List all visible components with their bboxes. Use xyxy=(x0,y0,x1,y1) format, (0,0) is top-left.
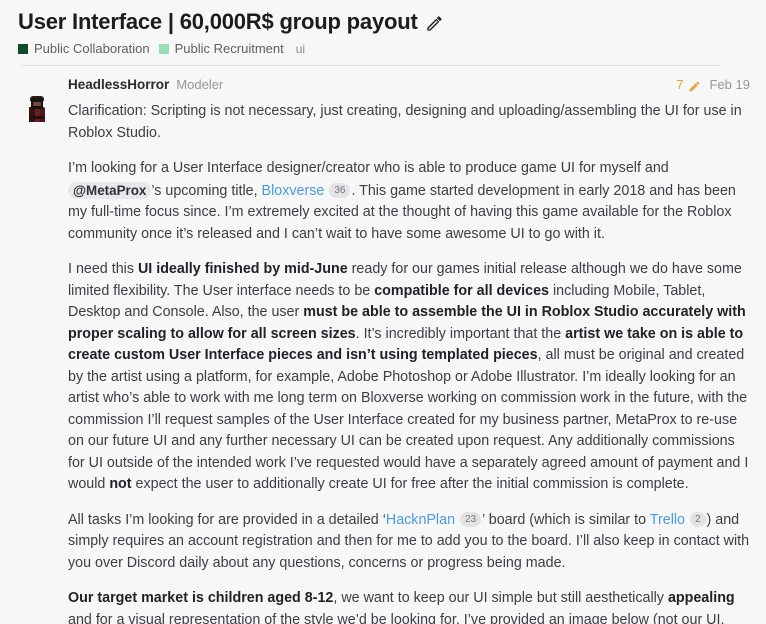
link-bloxverse[interactable]: Bloxverse xyxy=(262,183,325,199)
link-badge-bloxverse: 36 xyxy=(329,182,351,198)
p5-text-1: , we want to keep our UI simple but stil… xyxy=(333,590,668,606)
avatar-arm-right xyxy=(40,108,45,122)
post-meta: HeadlessHorror Modeler 7 Feb 19 xyxy=(68,77,750,92)
paragraph-1: Clarification: Scripting is not necessar… xyxy=(68,101,750,144)
p5-text-2: and for a visual representation of the s… xyxy=(68,611,725,624)
user-mention-metaprox[interactable]: @MetaProx xyxy=(68,181,152,199)
p3-text-5: , all must be original and created by th… xyxy=(68,347,749,492)
edit-title-pencil-icon[interactable] xyxy=(425,13,444,32)
category-label: Public Collaboration xyxy=(34,41,150,56)
topic-title-text: User Interface | 60,000R$ group payout xyxy=(18,9,418,34)
topic-header: User Interface | 60,000R$ group payout P… xyxy=(0,0,766,57)
p4-text-2: ’ board (which is similar to xyxy=(482,511,650,528)
p3-text-6: expect the user to additionally create U… xyxy=(131,476,689,492)
p5-bold-2: appealing xyxy=(667,590,735,606)
link-badge-trello: 2 xyxy=(689,511,706,527)
p4-text-1: All tasks I’m looking for are provided i… xyxy=(68,511,386,528)
link-trello[interactable]: Trello xyxy=(650,512,685,528)
post-content: Clarification: Scripting is not necessar… xyxy=(68,101,750,624)
paragraph-2: I’m looking for a User Interface designe… xyxy=(68,158,750,245)
avatar-face xyxy=(33,102,41,106)
avatar-arm-left xyxy=(29,107,35,122)
link-badge-hacknplan: 23 xyxy=(460,511,482,527)
post-date[interactable]: Feb 19 xyxy=(710,77,750,92)
p3-text-1: I need this xyxy=(68,261,138,277)
p3-bold-2: compatible for all devices xyxy=(374,282,550,299)
paragraph-5: Our target market is children aged 8-12,… xyxy=(68,588,750,624)
p2-text-1: I’m looking for a User Interface designe… xyxy=(68,160,669,176)
page-title: User Interface | 60,000R$ group payout xyxy=(18,9,750,35)
topic-tag-ui[interactable]: ui xyxy=(296,41,305,57)
topic-page: User Interface | 60,000R$ group payout P… xyxy=(0,0,766,624)
post-container: HeadlessHorror Modeler 7 Feb 19 Clarific… xyxy=(0,66,766,624)
paragraph-4: All tasks I’m looking for are provided i… xyxy=(68,510,750,575)
post-meta-right: 7 Feb 19 xyxy=(676,77,750,92)
category-color-swatch xyxy=(158,44,169,54)
category-color-swatch xyxy=(18,44,28,54)
p1-text: Clarification: Scripting is not necessar… xyxy=(68,103,742,141)
p3-bold-1: UI ideally finished by mid-June xyxy=(137,261,348,277)
avatar-belt xyxy=(29,116,45,119)
paragraph-3: I need this UI ideally finished by mid-J… xyxy=(68,259,750,496)
post-author-name[interactable]: HeadlessHorror xyxy=(68,77,169,92)
p3-bold-5: not xyxy=(109,476,132,492)
avatar[interactable] xyxy=(22,94,52,124)
p5-bold-1: Our target market is children aged 8-12 xyxy=(68,590,334,606)
category-public-recruitment[interactable]: Public Recruitment xyxy=(158,41,284,57)
avatar-column xyxy=(22,77,68,624)
p2-text-2: ’s upcoming title, xyxy=(151,182,262,199)
category-public-collaboration[interactable]: Public Collaboration xyxy=(18,41,150,57)
edit-history-pencil-icon[interactable] xyxy=(688,80,701,93)
post-body: HeadlessHorror Modeler 7 Feb 19 Clarific… xyxy=(68,77,750,624)
p3-text-4: . It’s incredibly important that the xyxy=(355,325,566,342)
link-hacknplan[interactable]: HacknPlan xyxy=(386,512,455,528)
edit-count[interactable]: 7 xyxy=(676,77,683,92)
category-label: Public Recruitment xyxy=(174,41,284,56)
post-author-title: Modeler xyxy=(176,77,224,92)
topic-category-list: Public Collaboration Public Recruitment … xyxy=(18,41,750,57)
